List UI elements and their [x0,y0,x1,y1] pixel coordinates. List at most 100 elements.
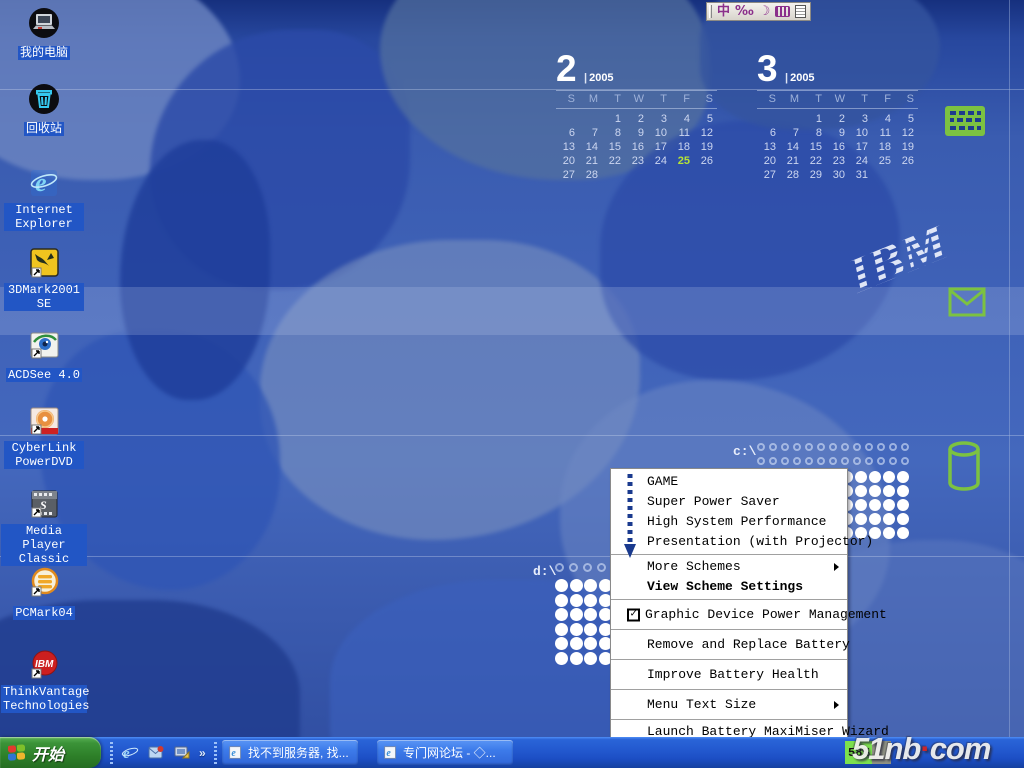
taskbar-window-button-2[interactable]: e 专门网论坛 - ◇... [377,740,513,765]
usage-dot-free [569,563,578,572]
usage-dot-free [769,443,777,451]
menu-item-view-scheme-settings[interactable]: View Scheme Settings [611,577,847,597]
start-button[interactable]: 开始 [0,737,101,768]
menu-item-remove-and-replace-battery[interactable]: Remove and Replace Battery [611,632,847,657]
menu-item-game[interactable]: GAME [611,472,847,492]
menu-item-graphic-device-power-management[interactable]: ✓ Graphic Device Power Management [611,602,847,627]
calendar-day: 24 [849,154,872,168]
menu-item-super-power-saver[interactable]: Super Power Saver [611,492,847,512]
calendar-day: 3 [648,112,671,126]
calendar-month-number: 2 [556,48,577,89]
wallpaper-line [0,556,1024,557]
menu-item-improve-battery-health[interactable]: Improve Battery Health [611,662,847,687]
calendar-day: 6 [757,126,780,140]
calendar-day: 17 [849,140,872,154]
calendar-weekday: T [803,90,826,109]
usage-dot-used [555,637,568,650]
usage-dot-free [877,443,885,451]
usage-dot-used [883,499,895,511]
calendar-day [602,168,625,182]
calendar-day: 10 [648,126,671,140]
menu-item-more-schemes[interactable]: More Schemes [611,557,847,577]
calendar-day [872,168,895,182]
calendar-day: 8 [602,126,625,140]
desktop-icon-powerdvd[interactable]: CyberLink PowerDVD [0,404,88,470]
ime-punctuation-icon[interactable]: ☽ [759,4,771,19]
desktop-icon-thinkvantage[interactable]: IBM ThinkVantage Technologies [0,648,88,714]
usage-dot-used [584,637,597,650]
ime-language-bar: 中 ‰ ☽ [706,2,811,21]
calendar-day [625,168,648,182]
usage-dot-used [570,652,583,665]
taskbar-grip[interactable] [214,742,217,764]
3dmark2001-icon [27,246,61,280]
usage-dot-free [555,563,564,572]
calendar-day: 14 [780,140,803,154]
desktop-icon-recycle-bin[interactable]: 回收站 [0,82,88,137]
wallpaper-blob [120,140,270,400]
ime-soft-keyboard-icon[interactable] [775,6,790,17]
battery-percent: 58% [845,746,870,760]
calendar-weekday: T [602,90,625,109]
calendar-weekday: S [694,90,717,109]
desktop-icon-acdsee[interactable]: ACDSee 4.0 [0,328,88,383]
desktop-icon-media-player-classic[interactable]: S Media Player Classic [0,487,88,567]
calendar-weekday: S [757,90,780,109]
usage-dot-used [555,652,568,665]
menu-item-presentation[interactable]: Presentation (with Projector) [611,532,847,552]
desktop-icon-3dmark2001[interactable]: 3DMark2001 SE [0,246,88,312]
usage-dot-used [570,594,583,607]
usage-dot-used [869,471,881,483]
calendar-day: 13 [556,140,579,154]
desktop-icon-my-computer[interactable]: 我的电脑 [0,6,88,61]
desktop-icon-internet-explorer[interactable]: e Internet Explorer [0,166,88,232]
usage-dot-free [841,443,849,451]
calendar-day: 3 [849,112,872,126]
taskbar-window-button-1[interactable]: e 找不到服务器, 找... [222,740,358,765]
checkbox-checked-icon[interactable]: ✓ [627,608,640,621]
menu-item-menu-text-size[interactable]: Menu Text Size [611,692,847,717]
quick-launch-outlook-icon[interactable] [147,744,165,762]
ime-chinese-mode-icon[interactable]: 中 [717,4,730,19]
ime-width-mode-icon[interactable]: ‰ [735,4,754,19]
taskbar-grip[interactable] [110,742,113,764]
usage-dot-used [555,594,568,607]
usage-dot-free [865,457,873,465]
calendar-weekday: F [671,90,694,109]
usage-dot-free [583,563,592,572]
ime-toolbar-icon[interactable] [795,5,806,18]
grid-widget-icon [944,105,986,142]
usage-dot-used [869,485,881,497]
quick-launch-show-desktop-icon[interactable] [173,744,191,762]
quick-launch-overflow-chevron[interactable]: » [199,746,206,760]
usage-dot-free [841,457,849,465]
calendar-weekday: F [872,90,895,109]
calendar-weekday: M [579,90,602,109]
usage-dot-used [897,527,909,539]
menu-separator [611,629,847,630]
quick-launch-bar: e » [104,737,223,768]
usage-dot-used [869,499,881,511]
menu-separator [611,719,847,720]
usage-dot-used [869,513,881,525]
quick-launch-ie-icon[interactable]: e [121,744,139,762]
menu-item-high-system-performance[interactable]: High System Performance [611,512,847,532]
thinkvantage-icon: IBM [27,648,61,682]
drive-d-label: d:\ [533,564,556,579]
usage-dot-used [855,485,867,497]
calendar-day: 13 [757,140,780,154]
usage-dot-used [555,623,568,636]
ime-grip-handle[interactable] [709,5,712,18]
usage-dot-free [889,443,897,451]
window-title: 找不到服务器, 找... [248,744,349,761]
calendar-day: 18 [671,140,694,154]
desktop-icon-label: CyberLink PowerDVD [4,441,84,469]
usage-dot-used [584,608,597,621]
usage-dot-used [570,637,583,650]
usage-dot-free [781,457,789,465]
tray-battery-meter[interactable]: 58% [845,741,891,764]
desktop-icon-pcmark04[interactable]: PCMark04 [0,566,88,621]
desktop-icon-label: PCMark04 [13,606,75,620]
calendar-weekday: S [556,90,579,109]
usage-dot-used [855,471,867,483]
